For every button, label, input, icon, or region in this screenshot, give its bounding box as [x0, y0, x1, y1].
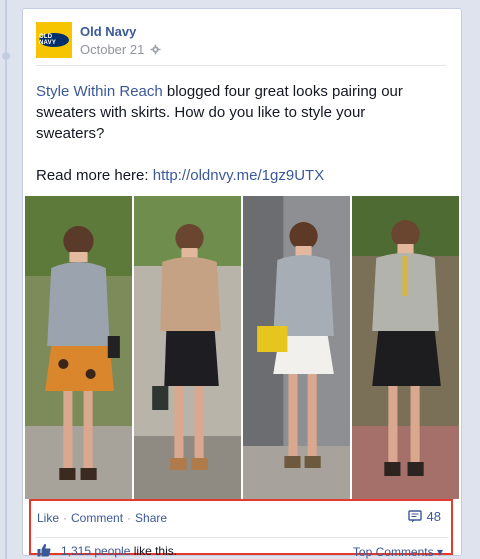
separator: ·: [127, 511, 132, 525]
post-photo[interactable]: [25, 196, 459, 499]
read-more-label: Read more here:: [36, 167, 153, 184]
likes-suffix: like this.: [130, 544, 178, 558]
old-navy-logo: OLD NAVY: [39, 33, 69, 47]
comment-count[interactable]: 48: [407, 509, 441, 524]
top-comments-dropdown[interactable]: Top Comments ▾: [353, 545, 443, 559]
blog-link[interactable]: Style Within Reach: [36, 83, 163, 100]
action-links: Like · Comment · Share: [37, 511, 167, 525]
photo-panel-1: [25, 196, 132, 499]
photo-panel-2: [134, 196, 241, 499]
timeline-line: [0, 0, 14, 559]
share-link[interactable]: Share: [135, 511, 167, 525]
comment-link[interactable]: Comment: [71, 511, 123, 525]
post-date[interactable]: October 21: [80, 42, 144, 57]
likes-count-link[interactable]: 1,315 people: [61, 544, 130, 558]
top-comments-label: Top Comments: [352, 545, 434, 559]
post-card: OLD NAVY Old Navy October 21 Style Withi…: [22, 8, 462, 559]
header-divider: [36, 65, 446, 66]
separator: ·: [63, 511, 68, 525]
read-more-link[interactable]: http://oldnvy.me/1gz9UTX: [153, 167, 324, 184]
page-name[interactable]: Old Navy: [80, 24, 136, 39]
post-text: Style Within Reach blogged four great lo…: [36, 81, 436, 186]
chevron-down-icon: ▾: [436, 545, 443, 559]
post-header: OLD NAVY Old Navy October 21: [36, 22, 446, 62]
timeline-dot: [2, 52, 10, 60]
likes-text: 1,315 people like this.: [61, 544, 177, 558]
comment-icon: [407, 510, 422, 523]
thumbs-up-icon: [37, 543, 51, 557]
page-avatar[interactable]: OLD NAVY: [36, 22, 72, 58]
like-link[interactable]: Like: [37, 511, 59, 525]
timeline-bar: [5, 0, 7, 559]
post-meta: October 21: [80, 42, 161, 57]
likes-row: 1,315 people like this. Top Comments ▾: [35, 537, 449, 559]
comment-count-value: 48: [426, 509, 441, 524]
post-footer: Like · Comment · Share 48 1,315 people l…: [23, 499, 461, 559]
photo-panel-3: [243, 196, 350, 499]
photo-panel-4: [352, 196, 459, 499]
gear-icon[interactable]: [150, 44, 161, 55]
